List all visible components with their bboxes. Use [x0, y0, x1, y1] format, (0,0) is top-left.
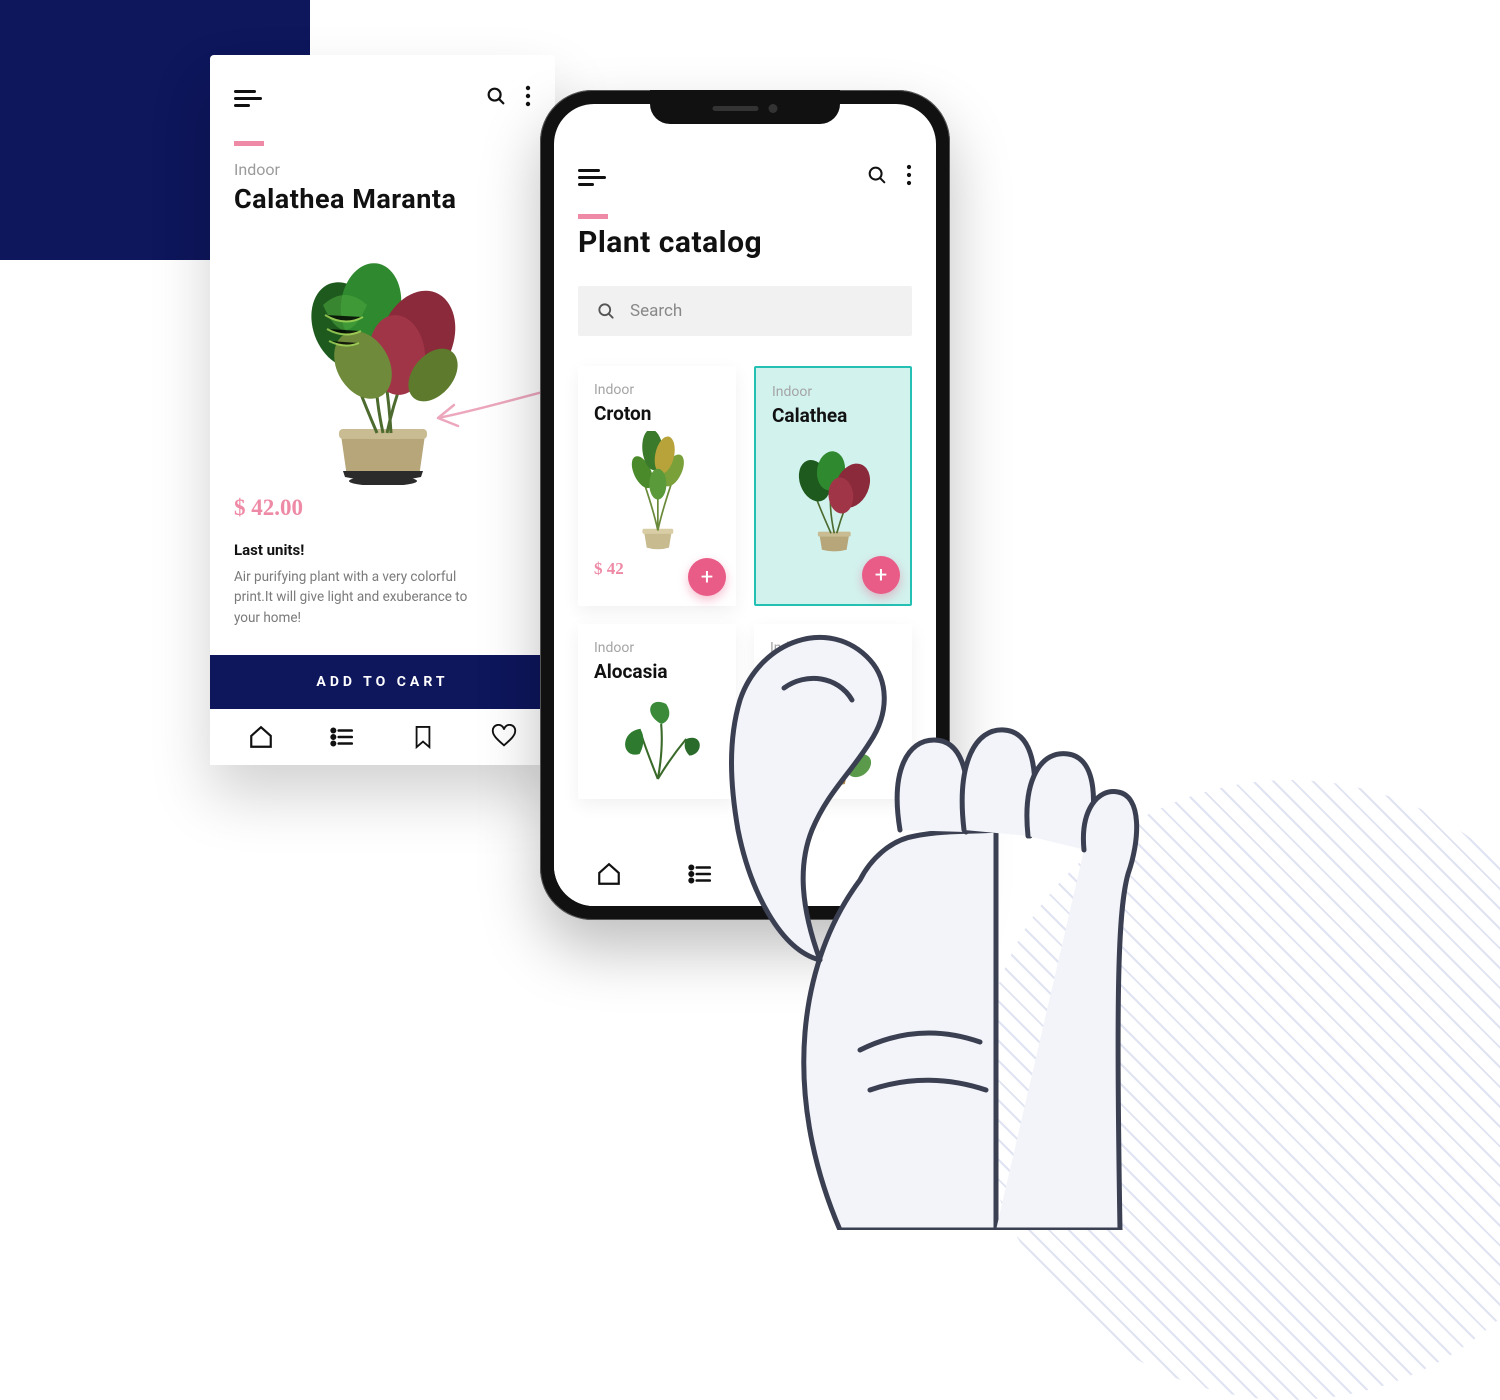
card-name: Croton: [594, 402, 722, 425]
catalog-card-alocasia[interactable]: Indoor Alocasia: [578, 624, 736, 799]
card-category: Indoor: [772, 384, 896, 400]
catalog-bottom-nav: [554, 842, 936, 906]
more-icon[interactable]: [525, 85, 531, 111]
menu-icon[interactable]: [234, 90, 262, 107]
accent-dash: [234, 141, 264, 146]
phone-device: Plant catalog Search Indoor Croton: [540, 90, 950, 920]
product-title: Calathea Maranta: [234, 183, 531, 215]
card-name: Calathea: [772, 404, 896, 427]
catalog-card-calathea[interactable]: Indoor Calathea: [754, 366, 912, 606]
card-name: Alocasia: [594, 660, 722, 683]
card-name: Potus: [770, 660, 898, 683]
stock-status: Last units!: [234, 541, 531, 559]
card-image: [594, 431, 722, 551]
card-image: [594, 689, 722, 789]
card-price: $ 42: [594, 559, 624, 579]
search-input[interactable]: Search: [578, 286, 912, 336]
bookmark-icon[interactable]: [777, 861, 803, 887]
product-image: [234, 215, 531, 485]
list-icon[interactable]: [329, 724, 355, 750]
search-icon[interactable]: [866, 164, 888, 190]
catalog-title: Plant catalog: [578, 225, 912, 260]
home-icon[interactable]: [248, 724, 274, 750]
product-price: $ 42.00: [234, 495, 531, 521]
product-category: Indoor: [234, 160, 531, 179]
menu-icon[interactable]: [578, 169, 606, 186]
heart-icon[interactable]: [491, 724, 517, 750]
home-icon[interactable]: [596, 861, 622, 887]
card-category: Indoor: [770, 640, 898, 656]
add-button[interactable]: +: [862, 556, 900, 594]
product-detail-screen: Indoor Calathea Maranta: [210, 55, 555, 765]
list-icon[interactable]: [687, 861, 713, 887]
search-icon: [596, 301, 616, 321]
background-stripes: [980, 780, 1500, 1400]
card-image: [770, 689, 898, 789]
more-icon[interactable]: [906, 164, 912, 190]
search-icon[interactable]: [485, 85, 507, 111]
catalog-grid: Indoor Croton: [578, 366, 912, 799]
detail-bottom-nav: [210, 709, 555, 765]
product-description: Air purifying plant with a very colorful…: [234, 567, 494, 628]
card-category: Indoor: [594, 640, 722, 656]
card-image: [772, 433, 896, 553]
bookmark-icon[interactable]: [410, 724, 436, 750]
detail-topbar: [234, 85, 531, 111]
catalog-topbar: [578, 164, 912, 190]
accent-dash: [578, 214, 608, 219]
search-placeholder: Search: [630, 301, 682, 321]
add-to-cart-button[interactable]: ADD TO CART: [210, 655, 555, 709]
catalog-card-croton[interactable]: Indoor Croton: [578, 366, 736, 606]
card-category: Indoor: [594, 382, 722, 398]
add-button[interactable]: +: [688, 558, 726, 596]
catalog-card-potus[interactable]: Indoor Potus: [754, 624, 912, 799]
catalog-screen: Plant catalog Search Indoor Croton: [554, 104, 936, 906]
